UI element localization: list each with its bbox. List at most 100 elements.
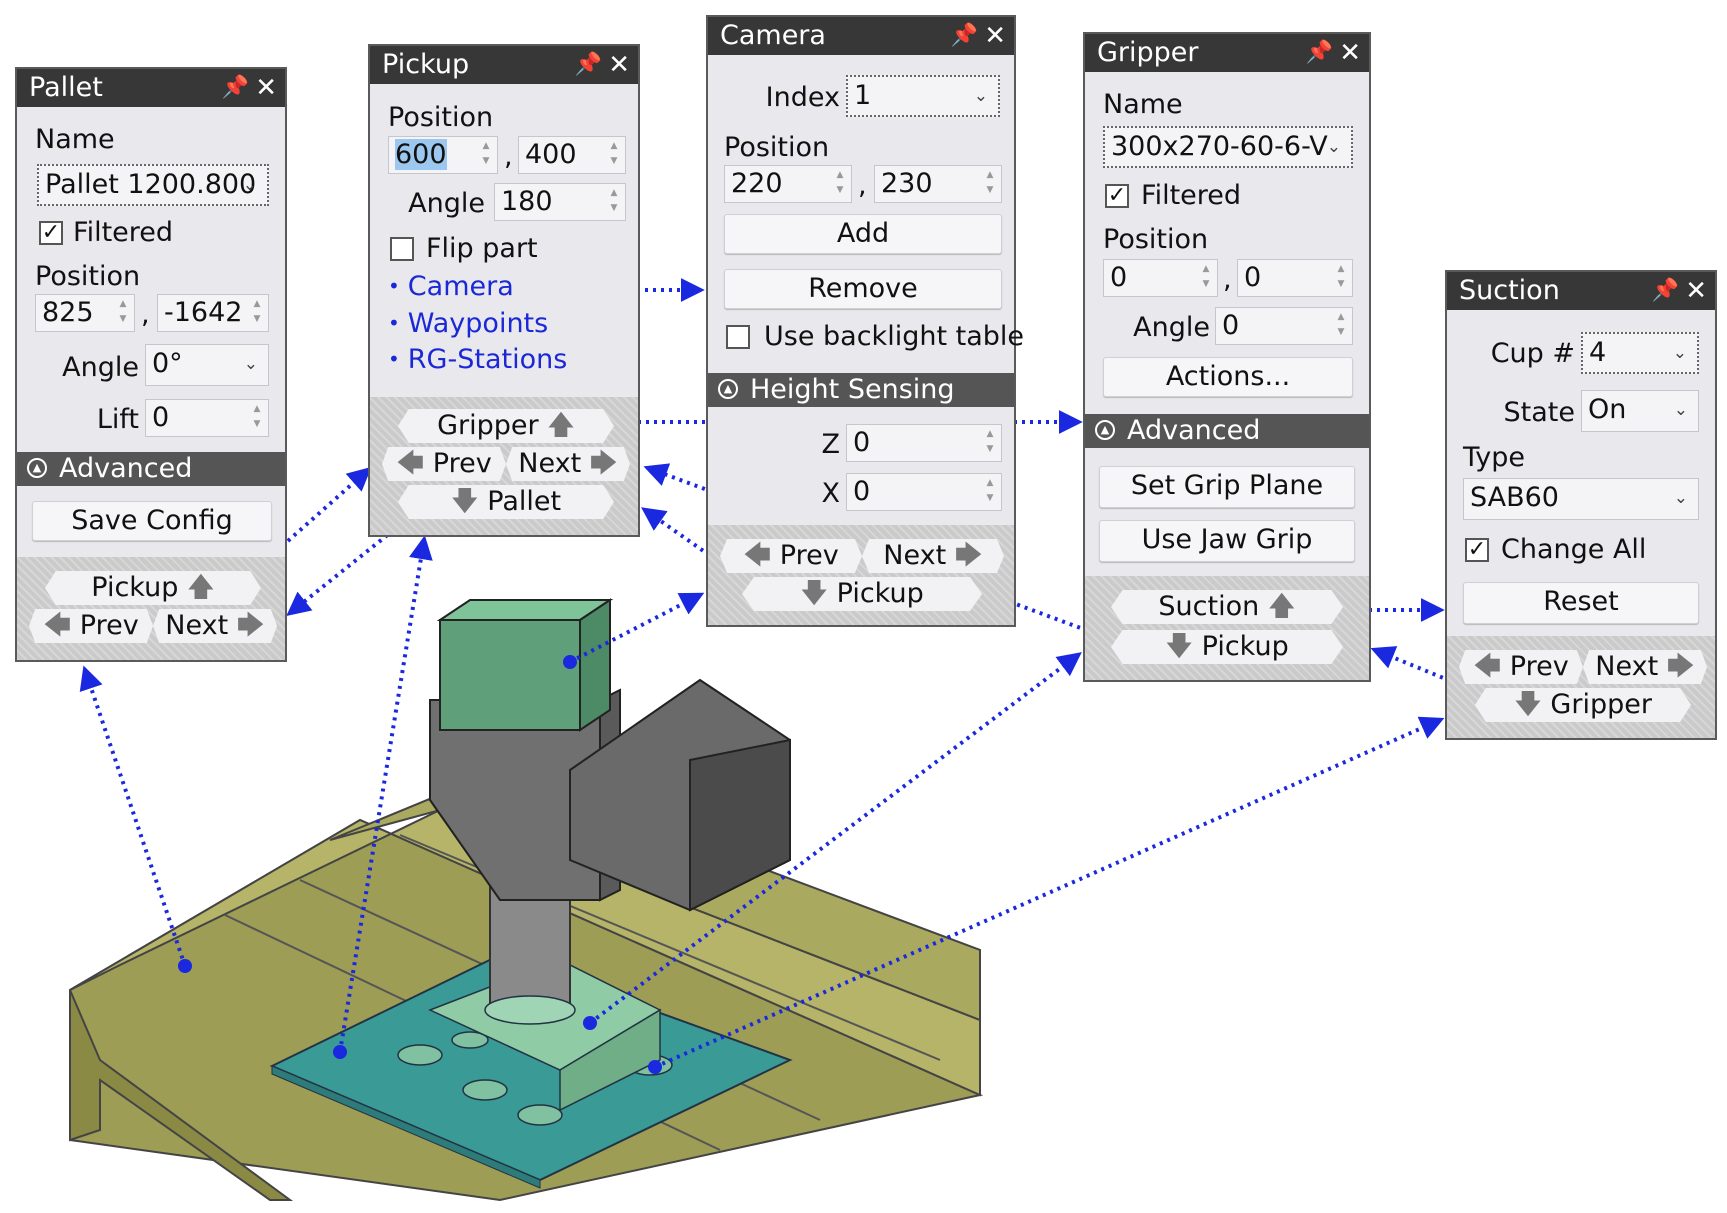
save-config-button[interactable]: Save Config [32,501,272,541]
pallet-pos-y-input[interactable]: -1642 ▲ ▼ [157,294,269,332]
camera-backlight-checkbox[interactable] [726,325,750,349]
gripper-nav-up-label: Suction [1158,591,1260,622]
camera-pos-y-input[interactable]: 230 ▲ ▼ [874,165,1002,203]
suction-state-select[interactable]: On ⌄ [1581,390,1699,432]
pickup-nav-area: Gripper 🡅 🡄 Prev Next 🡆 🡇 Pallet [370,397,638,535]
spin-arrows-icon[interactable]: ▲ ▼ [251,402,263,432]
pickup-nav-up-button[interactable]: Gripper 🡅 [398,409,614,443]
spin-arrows-icon[interactable]: ▲ ▼ [1200,262,1212,292]
pickup-link-rg-stations[interactable]: • RG-Stations [388,344,567,375]
suction-cup-select[interactable]: 4 ⌄ [1581,332,1699,374]
spin-arrows-icon[interactable]: ▲ ▼ [834,168,846,198]
spin-arrows-icon[interactable]: ▲ ▼ [608,186,620,216]
pallet-advanced-section[interactable]: ▲ Advanced [17,452,285,486]
connector-scene-gripper [588,652,1082,1025]
gripper-nav-down-button[interactable]: 🡇 Pickup [1111,630,1343,664]
spin-arrows-icon[interactable]: ▲ ▼ [251,297,263,327]
camera-pos-x-input[interactable]: 220 ▲ ▼ [724,165,852,203]
gripper-nav-up-button[interactable]: Suction 🡅 [1111,590,1343,624]
suction-nav-next-button[interactable]: Next 🡆 [1583,650,1707,684]
pallet-filtered-checkbox[interactable]: ✓ [39,221,63,245]
set-grip-plane-button[interactable]: Set Grip Plane [1099,466,1355,508]
gripper-pos-x-input[interactable]: 0 ▲ ▼ [1103,259,1218,297]
pin-icon[interactable]: 📌 [951,17,978,55]
gripper-pos-y-input[interactable]: 0 ▲ ▼ [1237,259,1353,297]
pallet-nav-next-button[interactable]: Next 🡆 [153,609,277,643]
pickup-flip-checkbox[interactable] [390,237,414,261]
pickup-link-camera[interactable]: • Camera [388,271,514,302]
gripper-name-select[interactable]: 300x270-60-6-V ⌄ [1103,126,1353,168]
camera-nav-prev-button[interactable]: 🡄 Prev [720,539,862,573]
camera-x-input[interactable]: 0 ▲ ▼ [846,473,1002,511]
close-icon[interactable]: ✕ [1685,272,1707,310]
camera-z-input[interactable]: 0 ▲ ▼ [846,424,1002,462]
collapse-circle-icon: ▲ [1095,420,1115,440]
pin-icon[interactable]: 📌 [1652,272,1679,310]
suction-title-bar: Suction 📌 ✕ [1447,272,1715,310]
camera-nav-down-label: Pickup [836,578,924,609]
connector-scene-pallet [79,665,187,967]
pickup-link-waypoints[interactable]: • Waypoints [388,308,548,339]
spin-arrows-icon[interactable]: ▲ ▼ [984,476,996,506]
pickup-link-waypoints-label: Waypoints [407,308,549,339]
spin-arrows-icon[interactable]: ▲ ▼ [480,139,492,169]
pickup-title-bar: Pickup 📌 ✕ [370,46,638,84]
pallet-nav-area: Pickup 🡅 🡄 Prev Next 🡆 [17,557,285,660]
pickup-nav-next-button[interactable]: Next 🡆 [506,447,630,481]
close-icon[interactable]: ✕ [608,46,630,84]
arrow-left-icon: 🡄 [743,540,772,571]
suction-reset-button[interactable]: Reset [1463,582,1699,624]
pallet-nav-up-button[interactable]: Pickup 🡅 [45,571,261,605]
spin-arrows-icon[interactable]: ▲ ▼ [1335,262,1347,292]
use-jaw-grip-button[interactable]: Use Jaw Grip [1099,520,1355,562]
suction-change-all-checkbox[interactable]: ✓ [1465,538,1489,562]
camera-remove-button[interactable]: Remove [724,269,1002,309]
pickup-pos-x-input[interactable]: 600 ▲ ▼ [388,136,498,174]
spin-arrows-icon[interactable]: ▲ ▼ [984,427,996,457]
pallet-nav-prev-button[interactable]: 🡄 Prev [29,609,153,643]
arrow-up-icon: 🡅 [186,572,215,603]
pallet-angle-select[interactable]: 0° ⌄ [145,344,269,386]
pallet-pos-x-input[interactable]: 825 ▲ ▼ [35,294,135,332]
pallet-position-label: Position [35,261,141,292]
close-icon[interactable]: ✕ [984,17,1006,55]
camera-add-button[interactable]: Add [724,214,1002,254]
pickup-nav-down-button[interactable]: 🡇 Pallet [398,485,614,519]
pallet-lift-input[interactable]: 0 ▲ ▼ [145,399,269,437]
camera-x-value: 0 [853,476,871,507]
suction-state-value: On [1588,394,1627,425]
suction-nav-prev-button[interactable]: 🡄 Prev [1459,650,1583,684]
pallet-name-select[interactable]: Pallet 1200.800 ⌄ [37,164,269,206]
camera-nav-down-button[interactable]: 🡇 Pickup [742,577,982,611]
chevron-down-icon: ⌄ [242,175,257,195]
gripper-pos-x-value: 0 [1110,262,1128,293]
suction-nav-down-label: Gripper [1550,689,1652,720]
spin-arrows-icon[interactable]: ▲ ▼ [608,139,620,169]
pallet-angle-label: Angle [62,352,139,383]
pin-icon[interactable]: 📌 [222,69,249,107]
spin-arrows-icon[interactable]: ▲ ▼ [984,168,996,198]
suction-nav-down-button[interactable]: 🡇 Gripper [1475,688,1691,722]
stage: Pallet 📌 ✕ Name Pallet 1200.800 ⌄ ✓ Filt… [0,0,1727,1213]
close-icon[interactable]: ✕ [1339,34,1361,72]
pin-icon[interactable]: 📌 [1306,34,1333,72]
spin-arrows-icon[interactable]: ▲ ▼ [1335,310,1347,340]
spin-arrows-icon[interactable]: ▲ ▼ [117,297,129,327]
chevron-down-icon: ⌄ [973,86,988,106]
pin-icon[interactable]: 📌 [575,46,602,84]
camera-nav-next-button[interactable]: Next 🡆 [862,539,1004,573]
pickup-nav-prev-button[interactable]: 🡄 Prev [382,447,506,481]
arrow-up-icon: 🡅 [547,410,575,441]
pallet-nav-up-label: Pickup [91,572,179,603]
gripper-actions-button[interactable]: Actions... [1103,357,1353,397]
pickup-pos-y-input[interactable]: 400 ▲ ▼ [518,136,626,174]
suction-type-select[interactable]: SAB60 ⌄ [1463,478,1699,520]
pickup-angle-input[interactable]: 180 ▲ ▼ [494,183,626,221]
camera-height-sensing-section[interactable]: ▲ Height Sensing [708,373,1014,407]
gripper-angle-input[interactable]: 0 ▲ ▼ [1215,307,1353,345]
gripper-advanced-section[interactable]: ▲ Advanced [1085,414,1369,448]
chevron-down-icon: ⌄ [1326,137,1341,157]
camera-index-select[interactable]: 1 ⌄ [846,75,1000,117]
gripper-filtered-checkbox[interactable]: ✓ [1105,184,1129,208]
close-icon[interactable]: ✕ [255,69,277,107]
